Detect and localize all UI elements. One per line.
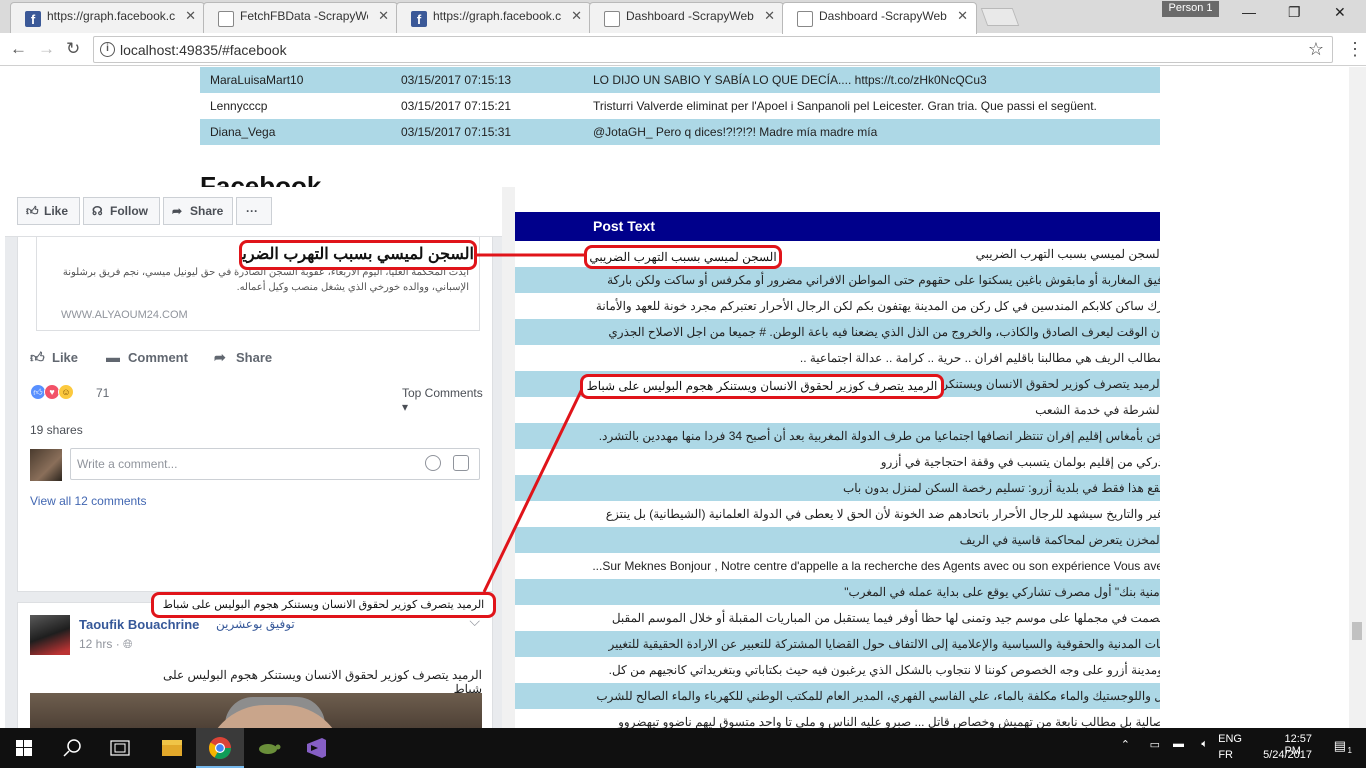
tab-title: Dashboard -ScrapyWeb <box>626 9 754 23</box>
taskbar: ⌃ ▭ ▬ 🔈︎ ENG FR 12:57 PM 5/24/2017 ▤ 1 <box>0 728 1366 768</box>
tab-title: https://graph.facebook.c <box>433 9 561 23</box>
menu-icon[interactable]: ⋮ <box>1346 39 1364 60</box>
task-view-icon[interactable] <box>96 728 144 768</box>
annotation-line <box>482 386 585 593</box>
annotation-box: السجن لميسي بسبب التهرب الضريبي <box>239 240 477 270</box>
address-bar[interactable]: i localhost:49835/#facebook ☆ <box>93 36 1333 63</box>
document-icon <box>604 11 620 27</box>
document-icon <box>797 11 813 27</box>
file-explorer-icon[interactable] <box>148 728 196 768</box>
close-icon[interactable]: ✕ <box>764 8 775 24</box>
close-icon[interactable]: ✕ <box>571 8 582 24</box>
maximize-icon[interactable]: ❐ <box>1288 4 1301 21</box>
info-icon[interactable]: i <box>100 42 115 57</box>
notification-icon[interactable]: ▤ <box>1334 738 1346 754</box>
page-content: MaraLuisaMart10 03/15/2017 07:15:13 LO D… <box>0 67 1366 728</box>
tab-graph-facebook-1[interactable]: f https://graph.facebook.c ✕ <box>10 2 205 33</box>
tab-strip: f https://graph.facebook.c ✕ FetchFBData… <box>0 0 1366 34</box>
visual-studio-icon[interactable] <box>292 728 340 768</box>
tab-graph-facebook-2[interactable]: f https://graph.facebook.c ✕ <box>396 2 591 33</box>
tab-title: Dashboard -ScrapyWeb <box>819 9 947 23</box>
page-scrollbar-thumb[interactable] <box>1352 622 1362 640</box>
close-window-icon[interactable]: ✕ <box>1334 4 1346 21</box>
close-icon[interactable]: ✕ <box>957 8 968 24</box>
tab-fetchfbdata[interactable]: FetchFBData -ScrapyWeb ✕ <box>203 2 398 33</box>
tab-title: https://graph.facebook.c <box>47 9 175 23</box>
annotation-box: الرميد يتصرف كوزير لحقوق الانسان ويستنكر… <box>151 592 496 618</box>
profile-button[interactable]: Person 1 <box>1162 1 1219 17</box>
windows-start-icon[interactable] <box>0 728 48 768</box>
reload-icon[interactable]: ↻ <box>66 39 80 59</box>
battery-icon[interactable]: ▬ <box>1173 738 1184 750</box>
document-icon <box>218 11 234 27</box>
tab-title: FetchFBData -ScrapyWeb <box>240 9 368 23</box>
browser-toolbar: ← → ↻ i localhost:49835/#facebook ☆ ⋮ <box>0 33 1366 66</box>
chrome-icon[interactable] <box>196 728 244 768</box>
tab-dashboard-1[interactable]: Dashboard -ScrapyWeb ✕ <box>589 2 784 33</box>
annotation-box: الرميد يتصرف كوزير لحقوق الانسان ويستنكر… <box>580 374 944 399</box>
notification-count: 1 <box>1347 746 1352 755</box>
facebook-icon: f <box>25 11 41 27</box>
chevron-up-icon[interactable]: ⌃ <box>1121 738 1130 751</box>
clock-date[interactable]: 5/24/2017 <box>1263 749 1312 761</box>
close-icon[interactable]: ✕ <box>378 8 389 24</box>
keyboard-layout[interactable]: FR <box>1218 749 1233 761</box>
facebook-icon: f <box>411 11 427 27</box>
input-language[interactable]: ENG <box>1218 733 1242 745</box>
url-text: localhost:49835/#facebook <box>120 42 287 58</box>
tab-dashboard-active[interactable]: Dashboard -ScrapyWeb ✕ <box>782 2 977 34</box>
back-icon[interactable]: ← <box>10 39 27 59</box>
turtle-app-icon[interactable] <box>244 728 292 768</box>
annotation-box: السجن لميسي بسبب التهرب الضريبي <box>584 245 782 269</box>
bookmark-star-icon[interactable]: ☆ <box>1308 39 1324 60</box>
minimize-icon[interactable]: — <box>1242 4 1256 20</box>
volume-icon[interactable]: 🔈︎ <box>1201 738 1208 751</box>
network-icon[interactable]: ▭ <box>1150 738 1160 751</box>
search-icon[interactable] <box>48 728 96 768</box>
forward-icon[interactable]: → <box>38 39 55 59</box>
new-tab-button[interactable] <box>980 8 1020 26</box>
close-icon[interactable]: ✕ <box>185 8 196 24</box>
